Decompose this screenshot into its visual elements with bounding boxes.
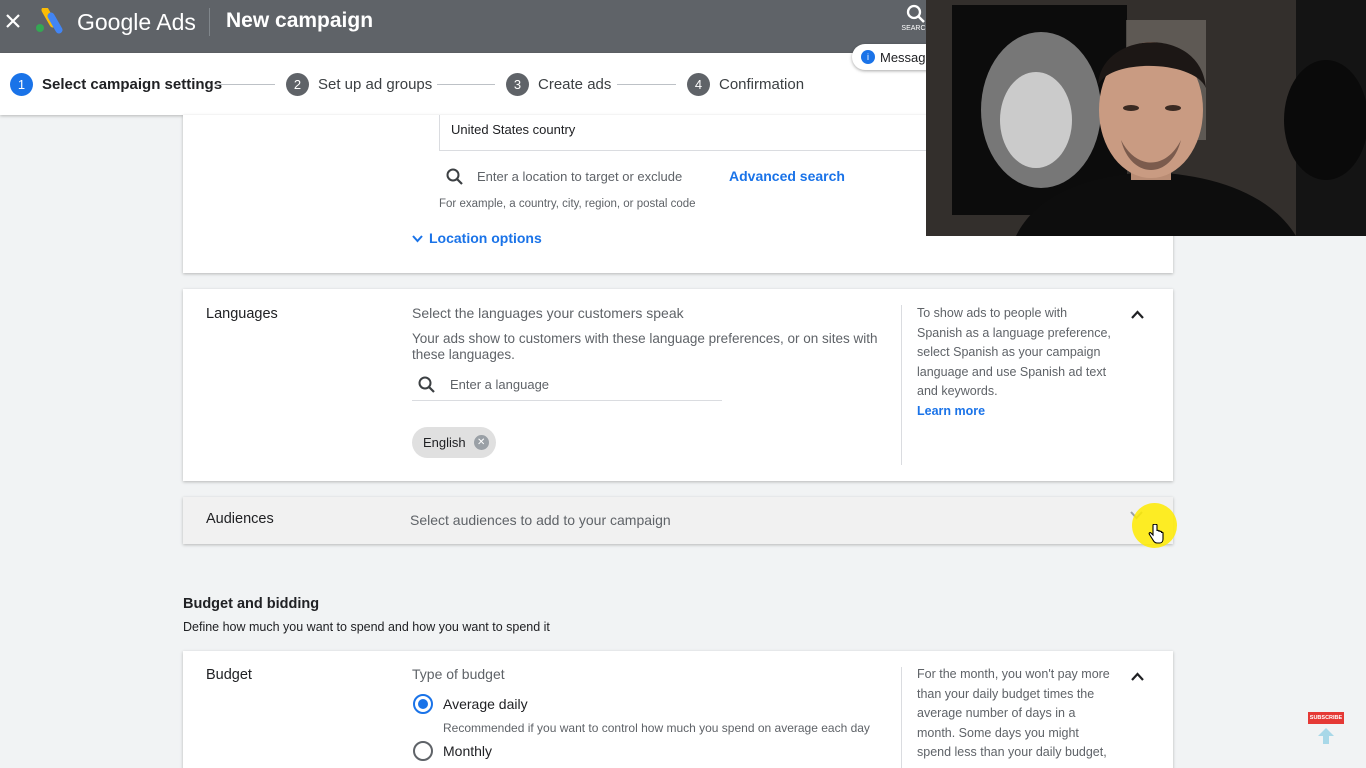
location-options-toggle[interactable]: Location options	[411, 230, 542, 246]
step-number: 1	[10, 72, 33, 96]
subscribe-badge[interactable]: SUBSCRIBE	[1308, 712, 1344, 724]
step-label: Select campaign settings	[42, 75, 223, 93]
step-create-ads[interactable]: 3 Create ads	[506, 72, 611, 96]
help-divider	[901, 667, 902, 768]
page-title: New campaign	[226, 9, 374, 32]
location-search-input[interactable]: Enter a location to target or exclude	[477, 169, 682, 184]
google-ads-logo-icon	[33, 6, 65, 34]
languages-label: Languages	[206, 306, 278, 322]
step-number: 3	[506, 72, 529, 96]
step-set-up-ad-groups[interactable]: 2 Set up ad groups	[286, 72, 432, 96]
budget-type-label: Type of budget	[412, 666, 505, 682]
step-number: 2	[286, 72, 309, 96]
languages-question: Select the languages your customers spea…	[412, 305, 684, 321]
learn-more-link[interactable]: Learn more	[917, 404, 985, 418]
brand-name: Google Ads	[77, 9, 196, 35]
hand-cursor-icon	[1148, 524, 1164, 544]
chevron-down-icon	[412, 234, 423, 242]
language-input-underline	[412, 400, 722, 401]
presenter-video	[926, 0, 1366, 236]
arrow-up-icon	[1318, 728, 1334, 744]
step-select-campaign-settings[interactable]: 1 Select campaign settings	[10, 72, 222, 96]
language-search-input[interactable]: Enter a language	[450, 377, 549, 392]
languages-help-text: To show ads to people with Spanish as a …	[917, 306, 1111, 398]
languages-help: To show ads to people with Spanish as a …	[917, 304, 1113, 421]
step-label: Confirmation	[719, 75, 805, 93]
webcam-overlay	[926, 0, 1366, 236]
monthly-label[interactable]: Monthly	[443, 743, 492, 759]
audiences-label: Audiences	[206, 511, 274, 527]
search-icon	[446, 168, 463, 185]
step-connector	[215, 84, 275, 85]
budget-label: Budget	[206, 667, 252, 683]
budget-card: Budget Type of budget Average daily Reco…	[183, 651, 1173, 768]
chip-label: English	[423, 435, 466, 450]
help-divider	[901, 305, 902, 465]
step-label: Set up ad groups	[318, 75, 433, 93]
selected-location: United States country	[439, 115, 959, 151]
remove-chip-icon[interactable]: ✕	[473, 435, 489, 450]
info-icon: i	[861, 50, 875, 64]
step-confirmation[interactable]: 4 Confirmation	[687, 72, 804, 96]
average-daily-label[interactable]: Average daily	[443, 696, 528, 712]
location-hint: For example, a country, city, region, or…	[439, 198, 696, 210]
radio-average-daily[interactable]	[413, 694, 433, 714]
audiences-description: Select audiences to add to your campaign	[410, 512, 671, 528]
selected-location-text: United States country	[451, 122, 576, 137]
budget-bidding-subtitle: Define how much you want to spend and ho…	[183, 620, 550, 634]
close-icon[interactable]	[0, 8, 26, 34]
language-chip-english[interactable]: English ✕	[412, 427, 496, 458]
audiences-card[interactable]: Audiences Select audiences to add to you…	[183, 497, 1173, 544]
location-options-label: Location options	[429, 230, 542, 246]
average-daily-hint: Recommended if you want to control how m…	[443, 721, 870, 735]
step-label: Create ads	[538, 75, 612, 93]
search-icon	[906, 4, 925, 23]
step-number: 4	[687, 72, 710, 96]
radio-monthly[interactable]	[413, 741, 433, 761]
chevron-up-icon[interactable]	[1130, 309, 1145, 321]
step-connector	[437, 84, 495, 85]
budget-help-text: For the month, you won't pay more than y…	[917, 667, 1110, 759]
languages-description: Your ads show to customers with these la…	[412, 331, 878, 362]
search-icon	[418, 376, 435, 393]
title-separator	[209, 8, 210, 36]
advanced-search-link[interactable]: Advanced search	[729, 168, 845, 184]
budget-bidding-title: Budget and bidding	[183, 596, 320, 612]
chevron-up-icon[interactable]	[1130, 671, 1145, 683]
languages-card: Languages Select the languages your cust…	[183, 289, 1173, 481]
step-connector	[617, 84, 676, 85]
